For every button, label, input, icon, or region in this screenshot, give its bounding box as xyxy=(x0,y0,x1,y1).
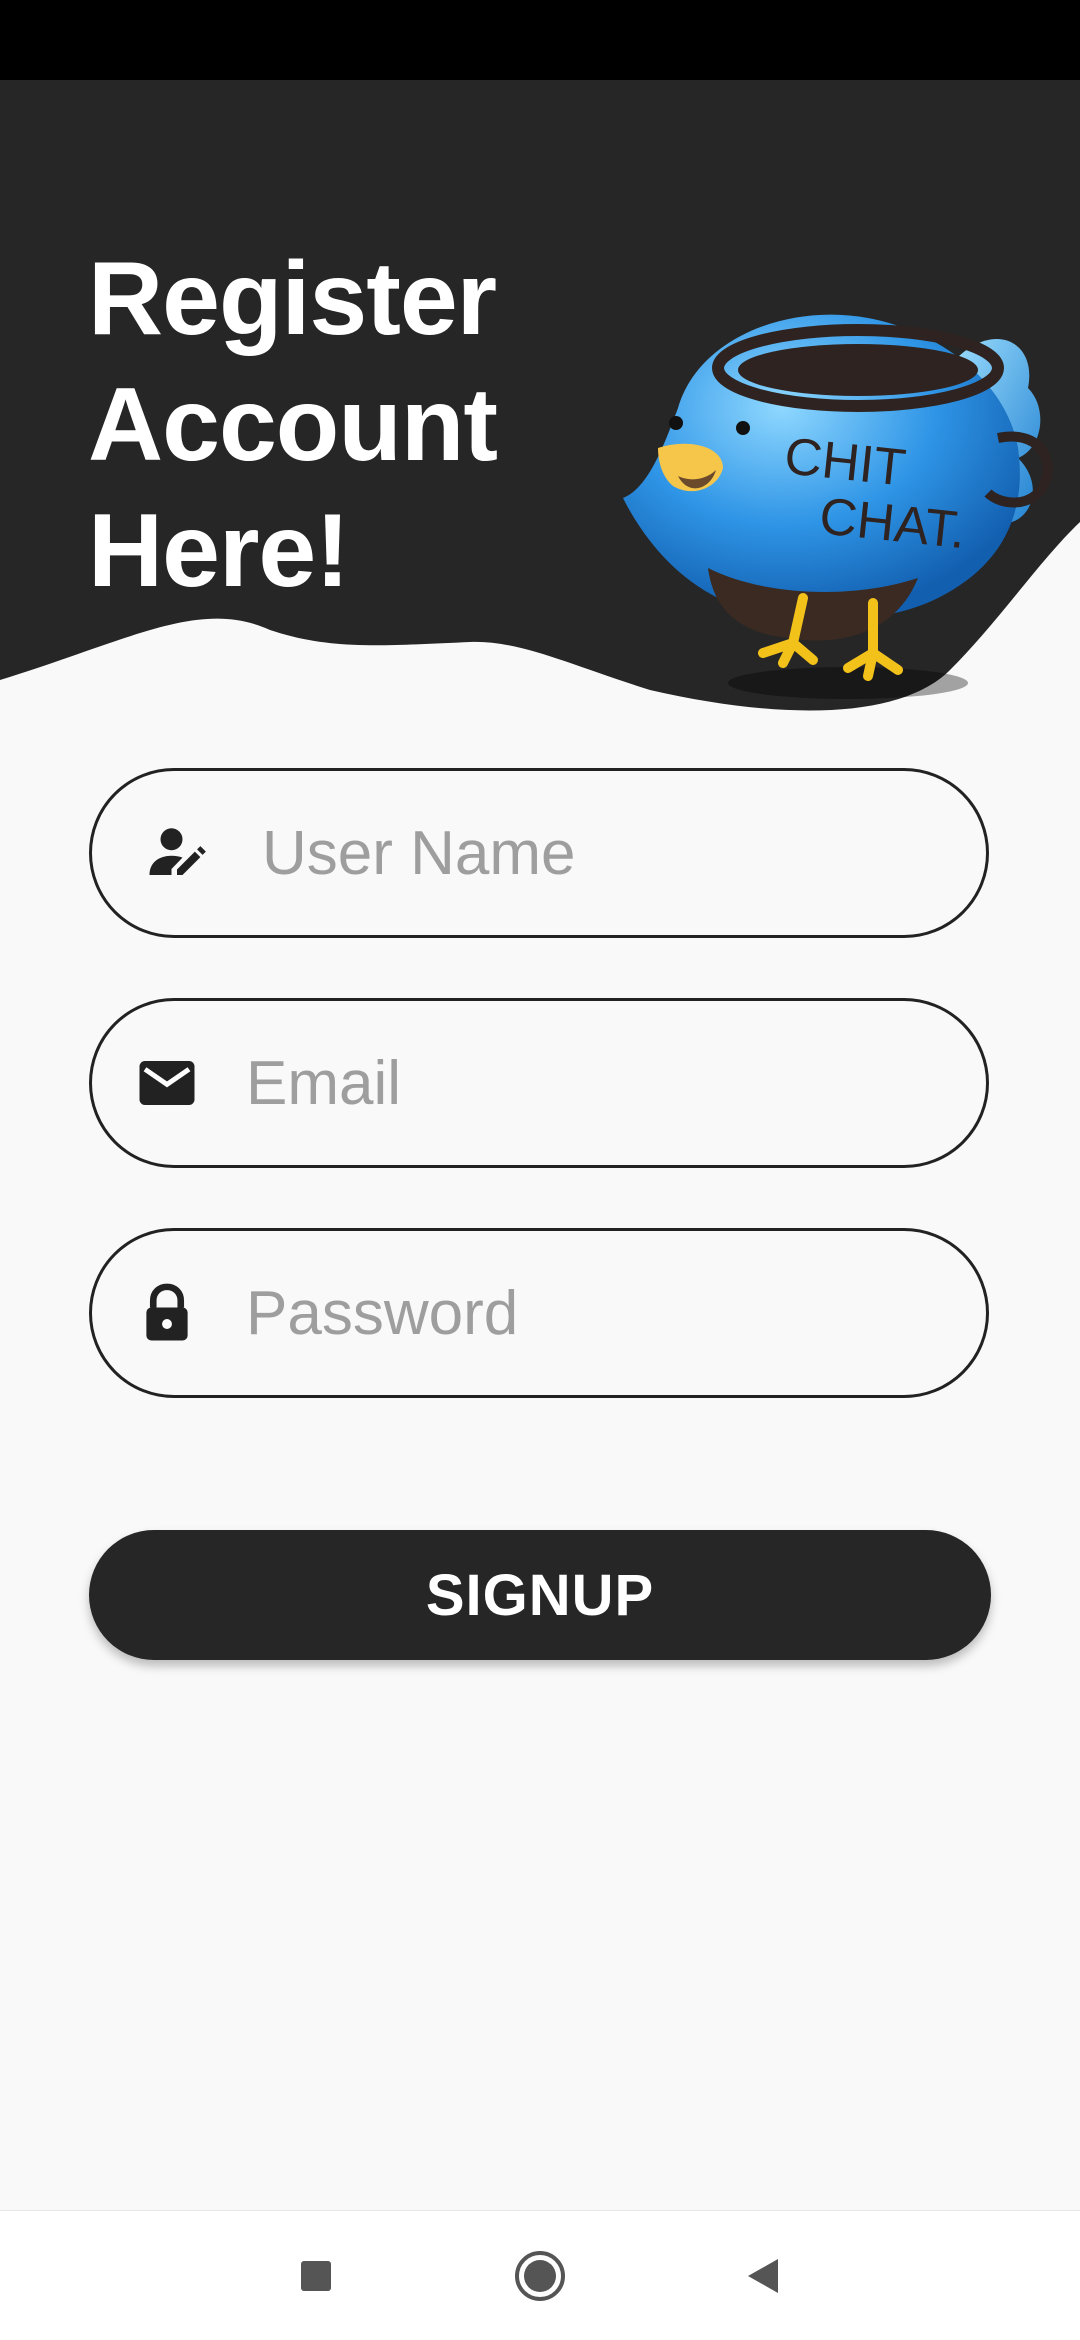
signup-button[interactable]: SIGNUP xyxy=(89,1530,991,1660)
register-screen: Register Account Here! CHIT CHAT. User N… xyxy=(0,0,1080,2340)
recents-button[interactable] xyxy=(256,2211,376,2340)
page-title-line-2: Account xyxy=(88,367,498,483)
page-title-line-1: Register xyxy=(88,241,497,357)
email-field[interactable] xyxy=(89,998,989,1168)
square-icon xyxy=(301,2261,331,2291)
username-field[interactable] xyxy=(89,768,989,938)
mail-icon xyxy=(139,1061,195,1105)
lock-icon xyxy=(146,1283,188,1341)
chit-chat-bird-logo: CHIT CHAT. xyxy=(623,314,1053,699)
password-input[interactable] xyxy=(246,1231,946,1395)
status-bar xyxy=(0,0,1080,80)
page-title: Register Account Here! xyxy=(88,236,498,614)
password-field[interactable] xyxy=(89,1228,989,1398)
email-input[interactable] xyxy=(246,1001,946,1165)
page-title-line-3: Here! xyxy=(88,493,350,609)
username-input[interactable] xyxy=(262,771,942,935)
user-edit-icon xyxy=(149,828,206,875)
back-button[interactable] xyxy=(704,2211,824,2340)
triangle-back-icon xyxy=(748,2259,778,2293)
home-button[interactable] xyxy=(480,2211,600,2340)
system-nav-bar xyxy=(0,2210,1080,2340)
circle-icon xyxy=(515,2251,565,2301)
